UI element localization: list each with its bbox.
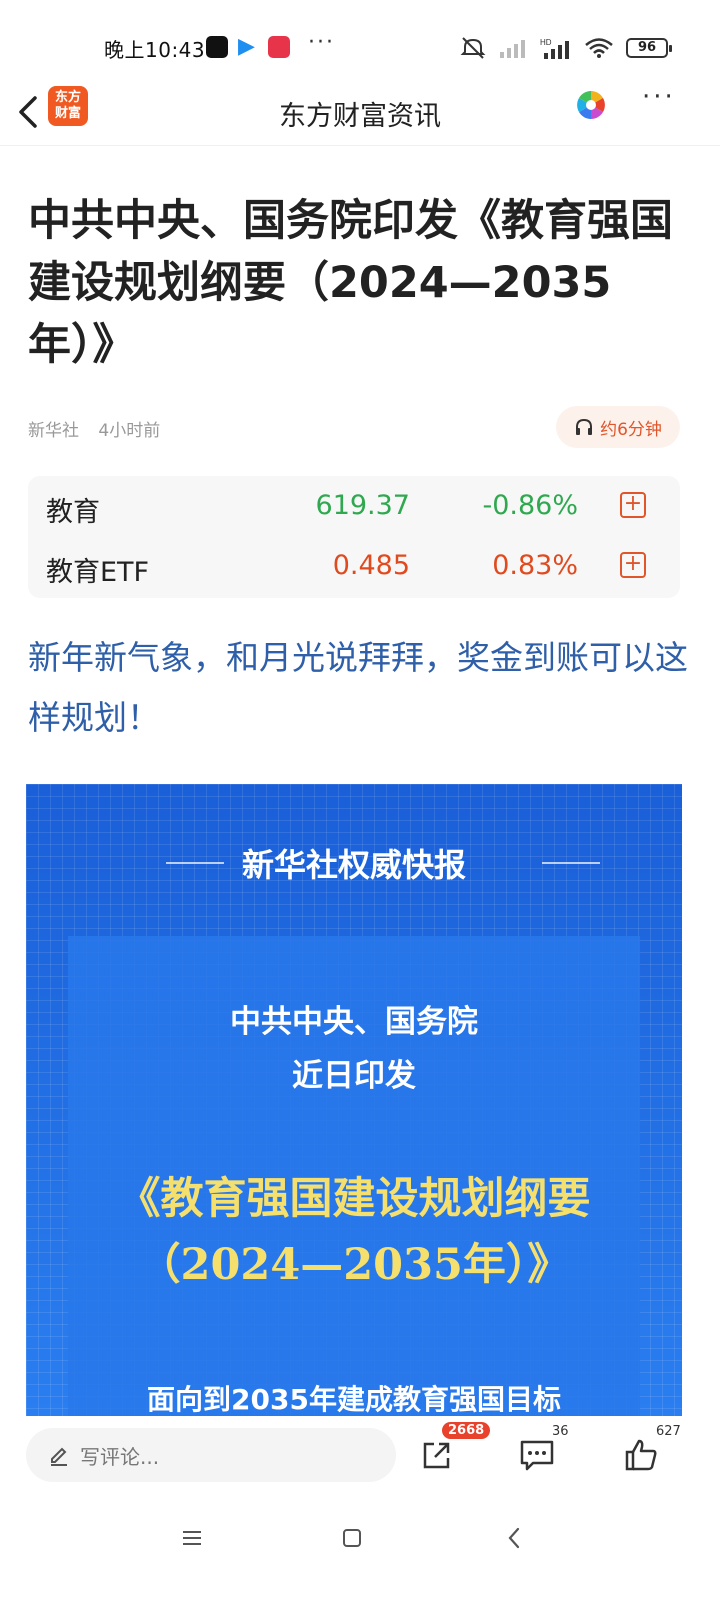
recent-apps-button[interactable] (172, 1518, 212, 1558)
article-time: 4小时前 (98, 421, 161, 441)
battery-indicator: 96 (626, 38, 672, 58)
article-headline: 中共中央、国务院印发《教育强国建设规划纲要（2024—2035年）》 (28, 196, 673, 370)
comment-count: 36 (552, 1424, 569, 1439)
home-button[interactable] (332, 1518, 372, 1558)
quote-name: 教育ETF (46, 557, 150, 588)
comment-bubble-icon (520, 1440, 554, 1471)
shopping-app-icon (268, 36, 290, 58)
article-banner-image[interactable]: 新华社权威快报 中共中央、国务院 近日印发 《教育强国建设规划纲要 （2024—… (26, 784, 682, 1416)
like-button[interactable]: 627 (616, 1424, 681, 1480)
notification-more-icon: ··· (308, 30, 335, 55)
share-count-badge: 2668 (442, 1422, 491, 1439)
article-source[interactable]: 新华社 (28, 421, 79, 441)
nav-bar: 东方 财富 东方财富资讯 ··· (0, 80, 720, 146)
system-back-button[interactable] (494, 1518, 534, 1558)
stock-quote-box: 教育 619.37 -0.86% + 教育ETF 0.485 0.83% + (28, 476, 680, 598)
quote-row-education-etf[interactable]: 教育ETF 0.485 0.83% + (28, 536, 680, 596)
banner-title-2: （2024—2035年）》 (137, 1240, 571, 1290)
system-navigation-bar (0, 1500, 720, 1600)
comments-button[interactable]: 36 (512, 1424, 569, 1480)
quote-change: -0.86% (482, 490, 578, 521)
article-meta: 新华社 4小时前 (28, 416, 174, 441)
mute-icon (460, 37, 486, 59)
banner-divider-right (542, 862, 600, 864)
listen-button[interactable]: 约6分钟 (556, 406, 680, 448)
status-icons: HD 96 (460, 36, 672, 60)
page-title: 东方财富资讯 (279, 101, 441, 132)
pen-icon (51, 1447, 67, 1466)
square-icon (343, 1529, 361, 1547)
thumbs-up-icon (625, 1439, 657, 1471)
banner-bottom-text: 面向到2035年建成教育强国目标 (147, 1383, 561, 1416)
menu-icon (183, 1531, 201, 1545)
comment-placeholder: 写评论... (80, 1444, 160, 1469)
share-icon (423, 1442, 450, 1469)
bottom-action-bar: 写评论... 2668 36 627 (0, 1416, 720, 1500)
share-button[interactable]: 2668 (412, 1422, 491, 1480)
svg-text:HD: HD (540, 38, 552, 47)
headphones-icon (576, 418, 593, 435)
promo-link[interactable]: 新年新气象，和月光说拜拜，奖金到账可以这样规划！ (28, 628, 692, 748)
chevron-left-icon (508, 1527, 520, 1549)
comment-input[interactable]: 写评论... (26, 1428, 396, 1482)
quote-price: 0.485 (332, 550, 410, 581)
listen-duration: 约6分钟 (600, 419, 662, 440)
banner-line-2: 近日印发 (292, 1058, 416, 1094)
more-options-icon[interactable]: ··· (642, 82, 676, 112)
banner-line-1: 中共中央、国务院 (230, 1004, 478, 1040)
video-app-icon: ▶ (238, 34, 255, 59)
quote-name: 教育 (46, 497, 100, 528)
add-watchlist-button[interactable]: + (620, 552, 646, 578)
status-time: 晚上10:43 (104, 38, 206, 62)
signal-icon-2: HD (540, 38, 569, 59)
add-watchlist-button[interactable]: + (620, 492, 646, 518)
quote-price: 619.37 (315, 490, 410, 521)
banner-title-1: 《教育强国建设规划纲要 (117, 1174, 591, 1224)
signal-icon-1 (500, 40, 525, 58)
like-count: 627 (656, 1424, 681, 1439)
color-wheel-icon[interactable] (576, 90, 606, 120)
wifi-icon (585, 38, 613, 58)
quote-row-education[interactable]: 教育 619.37 -0.86% + (28, 476, 680, 536)
tiktok-icon (206, 36, 228, 58)
quote-change: 0.83% (492, 550, 578, 581)
